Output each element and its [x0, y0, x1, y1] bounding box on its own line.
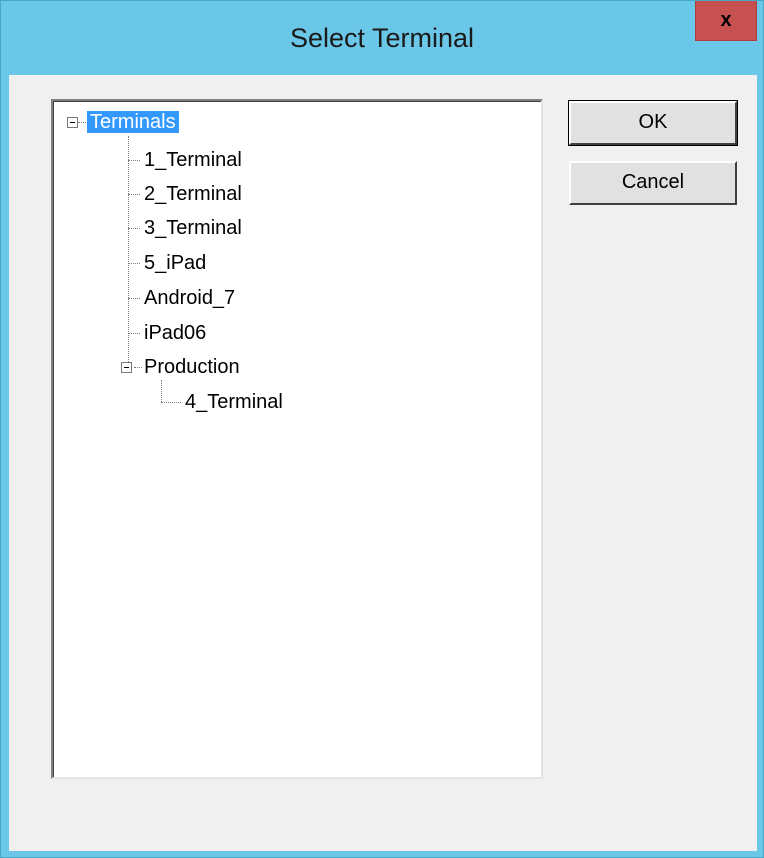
tree-node-label: 3_Terminal [144, 217, 242, 239]
close-icon: x [720, 9, 732, 31]
tree-line [128, 263, 140, 264]
tree-line [128, 228, 140, 229]
tree-line [78, 122, 86, 123]
tree-node-label: 2_Terminal [144, 183, 242, 205]
cancel-button[interactable]: Cancel [569, 161, 737, 205]
dialog-title: Select Terminal [289, 23, 475, 53]
tree-node-label: 4_Terminal [185, 391, 283, 413]
select-terminal-dialog: Select Terminal x Terminals 1_Terminal 2… [0, 0, 764, 858]
tree-item-terminal[interactable]: 1_Terminal [141, 146, 245, 174]
tree-item-terminal[interactable]: Android_7 [141, 284, 238, 312]
tree-node-label: iPad06 [144, 322, 207, 344]
tree-item-terminal[interactable]: 5_iPad [141, 249, 209, 277]
tree-line [128, 136, 129, 370]
tree-root-terminals[interactable]: Terminals [87, 108, 179, 136]
tree-line [161, 380, 162, 402]
tree-line [128, 160, 140, 161]
tree-item-terminal[interactable]: 3_Terminal [141, 214, 245, 242]
title-bar[interactable]: Select Terminal x [1, 1, 763, 83]
tree-line [128, 194, 140, 195]
tree-group-production[interactable]: Production [141, 353, 243, 381]
tree-node-label: Production [144, 356, 240, 378]
tree-node-label: Terminals [87, 111, 179, 133]
ok-button[interactable]: OK [568, 100, 738, 146]
collapse-icon[interactable] [121, 362, 132, 373]
tree-line [128, 333, 140, 334]
terminal-tree[interactable]: Terminals 1_Terminal 2_Terminal 3_Termin… [51, 99, 543, 779]
tree-item-terminal[interactable]: iPad06 [141, 319, 209, 347]
tree-node-label: Android_7 [144, 287, 236, 309]
collapse-icon[interactable] [67, 117, 78, 128]
close-button[interactable]: x [695, 1, 757, 41]
tree-node-label: 5_iPad [144, 252, 207, 274]
tree-item-terminal[interactable]: 4_Terminal [182, 388, 286, 416]
tree-item-terminal[interactable]: 2_Terminal [141, 180, 245, 208]
dialog-body: Terminals 1_Terminal 2_Terminal 3_Termin… [9, 75, 757, 851]
tree-node-label: 1_Terminal [144, 149, 242, 171]
tree-line [161, 402, 181, 403]
tree-line [128, 298, 140, 299]
